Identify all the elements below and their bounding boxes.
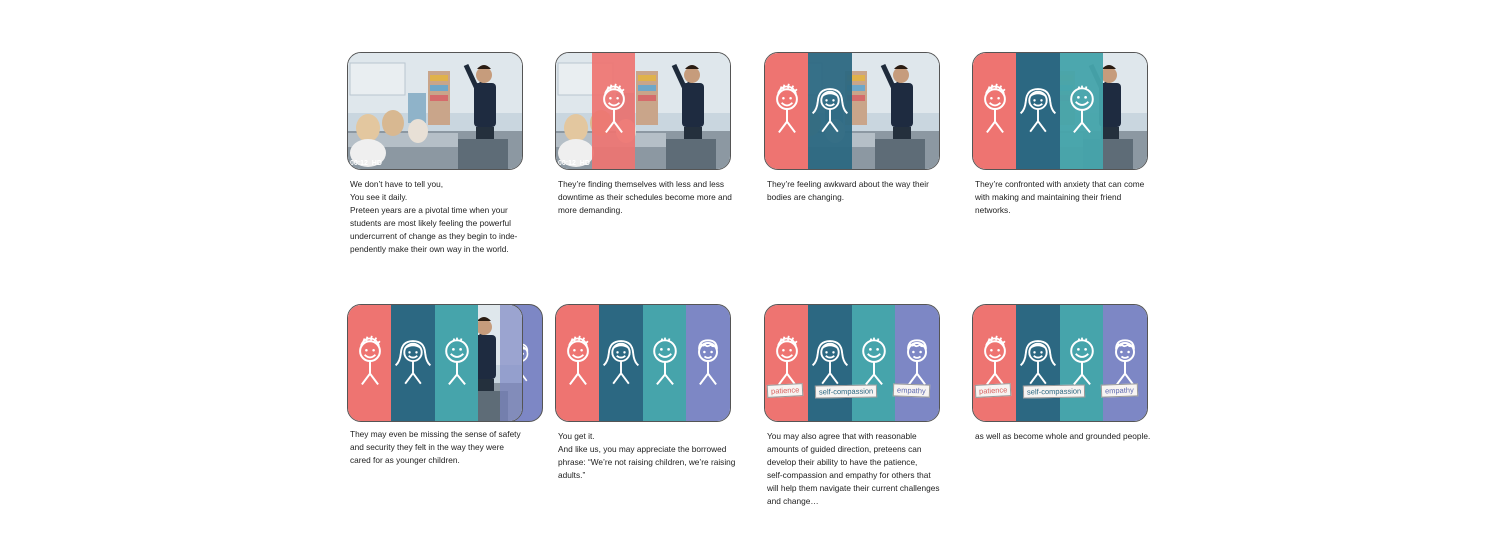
empathy-tag: empathy	[1100, 383, 1138, 398]
coral-panel	[556, 305, 599, 421]
girl-figure-icon	[810, 335, 850, 389]
storyboard-frame-2: 00:12 HD They’re finding themselves with…	[555, 52, 743, 217]
boy-figure-icon	[560, 335, 596, 389]
storyboard-frame-1: 00:12 HD We don’t have to tell you, You s…	[347, 52, 535, 255]
boy-figure-icon	[769, 83, 805, 137]
teal-panel	[852, 305, 895, 421]
frame-caption: We don’t have to tell you, You see it dai…	[350, 179, 518, 254]
curly-figure-icon	[899, 335, 935, 389]
navy-panel	[808, 305, 852, 421]
storyboard-frame-5: They may even be missing the sense of sa…	[347, 304, 543, 467]
coral-panel	[348, 305, 391, 421]
self-compassion-tag: self-compassion	[814, 384, 878, 399]
girl-figure-icon	[810, 83, 850, 137]
storyboard-frame-4: They’re confronted with anxiety that can…	[972, 52, 1160, 217]
teal-panel	[435, 305, 478, 421]
video-thumbnail[interactable]	[347, 304, 543, 422]
coral-panel	[765, 305, 808, 421]
patience-tag: patience	[974, 383, 1012, 398]
navy-panel	[1016, 53, 1060, 169]
navy-panel	[808, 53, 852, 169]
girl-figure-icon	[1018, 83, 1058, 137]
boy-figure-icon	[769, 335, 805, 389]
navy-panel	[1016, 305, 1060, 421]
empathy-tag: empathy	[892, 383, 930, 398]
navy-panel	[599, 305, 643, 421]
video-thumbnail[interactable]	[972, 52, 1148, 170]
video-thumbnail[interactable]	[555, 304, 731, 422]
coral-panel	[592, 53, 635, 169]
lavender-panel	[500, 305, 522, 421]
coral-panel	[973, 53, 1016, 169]
video-timestamp: 00:12 HD	[558, 160, 590, 167]
girl-figure-icon	[601, 335, 641, 389]
boy-figure-icon	[596, 83, 632, 137]
frame-caption: They’re finding themselves with less and…	[558, 179, 732, 215]
plain-figure-icon	[439, 335, 475, 389]
coral-panel	[973, 305, 1016, 421]
plain-figure-icon	[1064, 335, 1100, 389]
classroom-photo	[556, 53, 730, 169]
video-thumbnail[interactable]: 00:12 HD	[347, 52, 523, 170]
frame-caption: You may also agree that with reasonable a…	[767, 431, 940, 506]
frame-caption: as well as become whole and grounded peo…	[975, 431, 1151, 441]
boy-figure-icon	[977, 335, 1013, 389]
storyboard-frame-7: patience self-compassion empathy You may…	[764, 304, 952, 507]
girl-figure-icon	[1018, 335, 1058, 389]
coral-panel	[765, 53, 808, 169]
storyboard-frame-6: You get it. And like us, you may apprecia…	[555, 304, 743, 482]
teal-panel	[1060, 305, 1103, 421]
front-card	[347, 304, 523, 422]
video-thumbnail[interactable]: 00:12 HD	[555, 52, 731, 170]
lavender-panel	[895, 305, 939, 421]
self-compassion-tag: self-compassion	[1022, 384, 1086, 399]
plain-figure-icon	[856, 335, 892, 389]
storyboard-frame-3: They’re feeling awkward about the way th…	[764, 52, 952, 204]
video-timestamp: 00:12 HD	[350, 160, 382, 167]
plain-figure-icon	[1064, 83, 1100, 137]
boy-figure-icon	[977, 83, 1013, 137]
lavender-panel	[686, 305, 730, 421]
plain-figure-icon	[647, 335, 683, 389]
boy-figure-icon	[352, 335, 388, 389]
frame-caption: They’re confronted with anxiety that can…	[975, 179, 1145, 215]
patience-tag: patience	[766, 383, 804, 398]
curly-figure-icon	[690, 335, 726, 389]
frame-caption: You get it. And like us, you may apprecia…	[558, 431, 736, 480]
girl-figure-icon	[393, 335, 433, 389]
video-thumbnail[interactable]: patience self-compassion empathy	[972, 304, 1148, 422]
lavender-panel	[1103, 305, 1147, 421]
video-thumbnail[interactable]: patience self-compassion empathy	[764, 304, 940, 422]
teal-panel	[1060, 53, 1103, 169]
frame-caption: They may even be missing the sense of sa…	[350, 429, 521, 465]
classroom-photo	[348, 53, 522, 169]
video-thumbnail[interactable]	[764, 52, 940, 170]
teal-panel	[643, 305, 686, 421]
frame-caption: They’re feeling awkward about the way th…	[767, 179, 929, 202]
storyboard-frame-8: patience self-compassion empathy as well…	[972, 304, 1160, 443]
navy-panel	[391, 305, 435, 421]
curly-figure-icon	[1107, 335, 1143, 389]
